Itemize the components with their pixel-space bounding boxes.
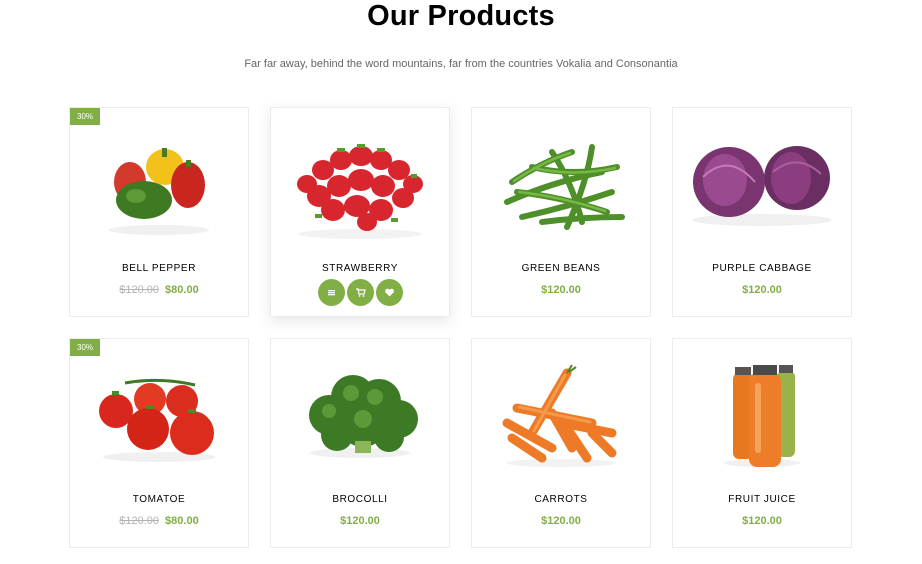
heart-icon [384, 288, 394, 297]
product-card-brocolli[interactable]: BROCOLLI $120.00 [270, 338, 450, 548]
product-price-row: $120.00 [271, 515, 449, 528]
menu-icon [327, 290, 335, 296]
product-price-row: $120.00 [472, 515, 650, 528]
old-price: $120.00 [119, 515, 160, 527]
product-price: $120.00 [742, 284, 782, 296]
product-price-row: $120.00 [472, 284, 650, 297]
product-card-strawberry[interactable]: STRAWBERRY [270, 107, 450, 317]
product-card-fruit-juice[interactable]: FRUIT JUICE $120.00 [672, 338, 852, 548]
bell-pepper-image[interactable] [70, 122, 248, 250]
product-name[interactable]: FRUIT JUICE [673, 494, 851, 506]
broccoli-image[interactable] [271, 353, 449, 481]
sale-price: $80.00 [165, 284, 199, 296]
product-name[interactable]: PURPLE CABBAGE [673, 263, 851, 275]
product-price: $120.00 [541, 284, 581, 296]
product-name[interactable]: STRAWBERRY [271, 263, 449, 275]
product-name[interactable]: BELL PEPPER [70, 263, 248, 275]
product-card-bell-pepper[interactable]: 30% BELL PEPPER $120.00 $80.00 [69, 107, 249, 317]
product-price: $120.00 [541, 515, 581, 527]
product-name[interactable]: BROCOLLI [271, 494, 449, 506]
product-card-tomatoe[interactable]: 30% TOMATOE $120.00 $80.00 [69, 338, 249, 548]
product-name[interactable]: TOMATOE [70, 494, 248, 506]
product-price-row: $120.00 [673, 284, 851, 297]
wishlist-button[interactable] [375, 279, 403, 306]
product-price-row: $120.00 $80.00 [70, 284, 248, 297]
old-price: $120.00 [119, 284, 160, 296]
section-title: Our Products [367, 0, 555, 32]
strawberry-image[interactable] [271, 122, 449, 250]
product-name[interactable]: CARROTS [472, 494, 650, 506]
product-grid: 30% BELL PEPPER $120.00 $80.00 STRAWBERR… [69, 107, 852, 548]
product-price-row: $120.00 [673, 515, 851, 528]
product-card-carrots[interactable]: CARROTS $120.00 [471, 338, 651, 548]
purple-cabbage-image[interactable] [673, 122, 851, 250]
fruit-juice-image[interactable] [673, 353, 851, 481]
product-card-purple-cabbage[interactable]: PURPLE CABBAGE $120.00 [672, 107, 852, 317]
cart-icon [355, 288, 366, 297]
product-price-row: $120.00 $80.00 [70, 515, 248, 528]
product-name[interactable]: GREEN BEANS [472, 263, 650, 275]
product-price: $120.00 [742, 515, 782, 527]
green-beans-image[interactable] [472, 122, 650, 250]
product-card-green-beans[interactable]: GREEN BEANS $120.00 [471, 107, 651, 317]
section-subtitle: Far far away, behind the word mountains,… [244, 58, 678, 70]
product-price: $120.00 [340, 515, 380, 527]
product-actions [271, 279, 449, 306]
tomato-image[interactable] [70, 353, 248, 481]
menu-button[interactable] [317, 279, 345, 306]
sale-price: $80.00 [165, 515, 199, 527]
carrots-image[interactable] [472, 353, 650, 481]
add-to-cart-button[interactable] [346, 279, 374, 306]
